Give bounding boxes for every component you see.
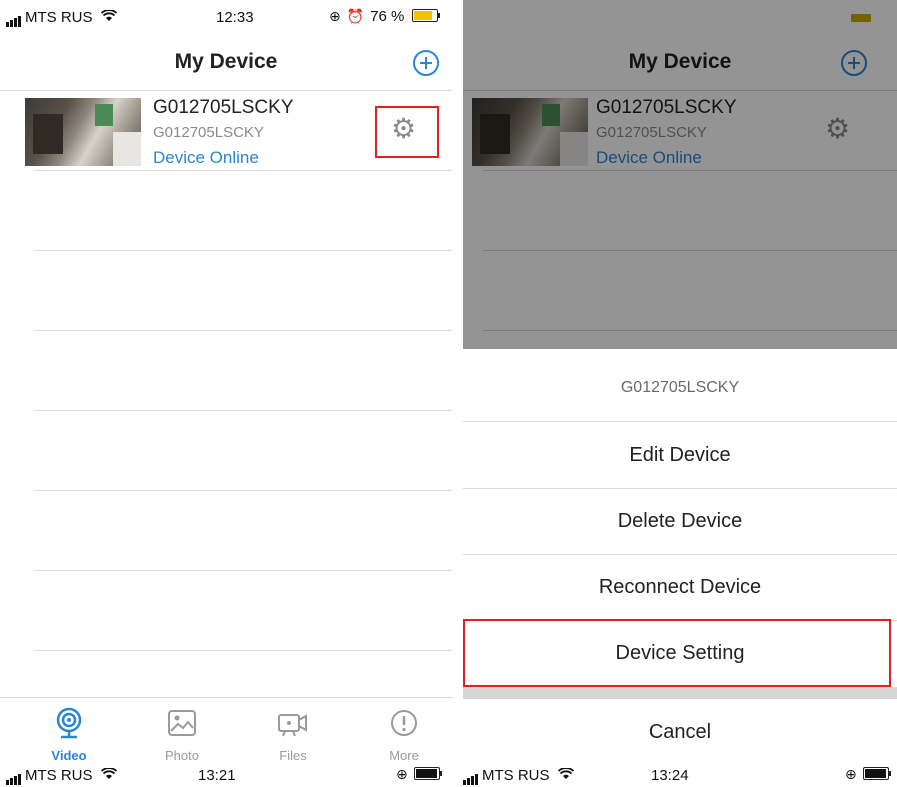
tab-video[interactable]: Video [24,706,114,763]
tab-bar: Video Photo Files More [0,697,452,766]
device-thumbnail[interactable] [25,98,141,166]
wifi-icon [100,9,117,26]
wifi-icon [557,767,574,784]
reconnect-device-button[interactable]: Reconnect Device [463,554,897,621]
device-status: Device Online [153,148,259,167]
wifi-icon [100,767,117,784]
action-sheet: G012705LSCKY Edit Device Delete Device R… [463,349,897,787]
webcam-icon [24,706,114,740]
status-time: 13:24 [651,767,689,784]
row-divider [35,410,452,411]
row-divider [35,170,452,171]
battery-icon [413,767,442,780]
bottom-status-bar: MTS RUS 13:21 ⊕ [0,765,452,787]
rotation-lock-icon: ⊕ [329,8,341,24]
left-screen: MTS RUS 12:33 ⊕ ⏰ 76 % My Device G012705LS… [0,0,452,787]
tab-label: Photo [165,748,199,763]
sheet-separator [463,687,897,699]
signal-icon [6,768,22,785]
battery-icon [411,9,440,22]
carrier-label: MTS RUS [6,767,117,785]
photo-icon [137,706,227,740]
video-camera-icon [248,706,338,740]
edit-device-button[interactable]: Edit Device [463,422,897,489]
add-device-button[interactable] [413,50,439,76]
page-title: My Device [174,50,278,73]
gear-icon[interactable]: ⚙ [391,115,416,143]
alarm-icon: ⏰ [346,8,365,24]
row-divider [35,650,452,651]
device-setting-highlight [463,619,891,687]
row-divider [35,330,452,331]
tab-files[interactable]: Files [248,706,338,763]
device-name: G012705LSCKY [153,97,294,118]
action-sheet-title: G012705LSCKY [463,355,897,422]
status-right: ⊕ [845,766,891,783]
tab-label: Files [279,748,307,763]
tab-more[interactable]: More [359,706,449,763]
row-divider [35,570,452,571]
rotation-lock-icon: ⊕ [396,766,408,782]
status-bar: MTS RUS 12:33 ⊕ ⏰ 76 % [0,0,452,34]
nav-bar: My Device [0,34,452,91]
status-right: ⊕ [396,766,442,783]
bottom-status-bar: MTS RUS 13:24 ⊕ [463,765,897,787]
status-time: 13:21 [198,767,236,784]
info-icon [359,706,449,740]
device-id: G012705LSCKY [153,124,264,141]
row-divider [35,250,452,251]
modal-backdrop[interactable] [463,0,897,349]
signal-icon [6,10,22,27]
cancel-button[interactable]: Cancel [463,699,897,765]
right-screen: My Device G012705LSCKY G012705LSCKY Devi… [463,0,897,787]
tab-label: More [389,748,419,763]
status-time: 12:33 [216,9,254,26]
signal-icon [463,768,479,785]
battery-icon [862,767,891,780]
tab-label: Video [51,748,87,763]
rotation-lock-icon: ⊕ [845,766,857,782]
tab-photo[interactable]: Photo [137,706,227,763]
status-right: ⊕ ⏰ 76 % [329,8,440,25]
carrier-label: MTS RUS [6,9,117,27]
delete-device-button[interactable]: Delete Device [463,488,897,555]
battery-percent: 76 % [370,8,405,25]
carrier-label: MTS RUS [463,767,574,785]
row-divider [35,490,452,491]
